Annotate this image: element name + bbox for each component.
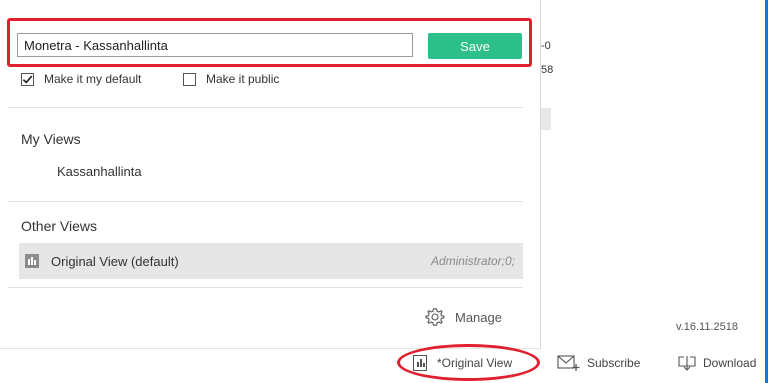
background-text-fragment: 58 bbox=[541, 64, 554, 76]
other-view-item[interactable]: Original View (default) Administrator;0; bbox=[19, 243, 523, 279]
divider bbox=[8, 287, 523, 288]
make-public-option[interactable]: Make it public bbox=[183, 72, 279, 86]
subscribe-button[interactable]: Subscribe bbox=[557, 349, 640, 377]
bar-chart-icon bbox=[25, 254, 39, 268]
version-text: v.16.11.2518 bbox=[676, 321, 738, 333]
other-views-heading: Other Views bbox=[21, 218, 97, 234]
download-icon bbox=[678, 356, 696, 371]
make-public-checkbox[interactable] bbox=[183, 72, 196, 86]
other-view-label: Original View (default) bbox=[51, 253, 179, 269]
manage-label: Manage bbox=[455, 309, 502, 325]
background-band bbox=[541, 108, 551, 130]
other-view-owner: Administrator;0; bbox=[430, 254, 515, 268]
download-button[interactable]: Download bbox=[677, 349, 756, 377]
save-button[interactable]: Save bbox=[428, 33, 522, 59]
background-text-fragment: -0 bbox=[541, 40, 551, 52]
divider bbox=[8, 107, 523, 108]
make-default-option[interactable]: Make it my default bbox=[21, 72, 141, 86]
view-name-input[interactable] bbox=[17, 33, 413, 57]
download-label: Download bbox=[703, 356, 757, 370]
bottom-toolbar bbox=[0, 348, 768, 383]
divider bbox=[8, 201, 523, 202]
gear-icon bbox=[425, 308, 445, 326]
save-view-panel: Save Make it my default Make it public M… bbox=[0, 0, 541, 349]
subscribe-label: Subscribe bbox=[587, 356, 641, 370]
make-public-label: Make it public bbox=[206, 72, 280, 86]
current-view-highlight bbox=[397, 344, 540, 381]
make-default-checkbox[interactable] bbox=[21, 72, 34, 86]
checkmark-icon bbox=[22, 75, 33, 84]
subscribe-icon bbox=[557, 355, 580, 371]
manage-button[interactable]: Manage bbox=[425, 307, 502, 327]
my-views-heading: My Views bbox=[21, 131, 81, 147]
make-default-label: Make it my default bbox=[44, 72, 142, 86]
my-view-item[interactable]: Kassanhallinta bbox=[57, 164, 142, 179]
